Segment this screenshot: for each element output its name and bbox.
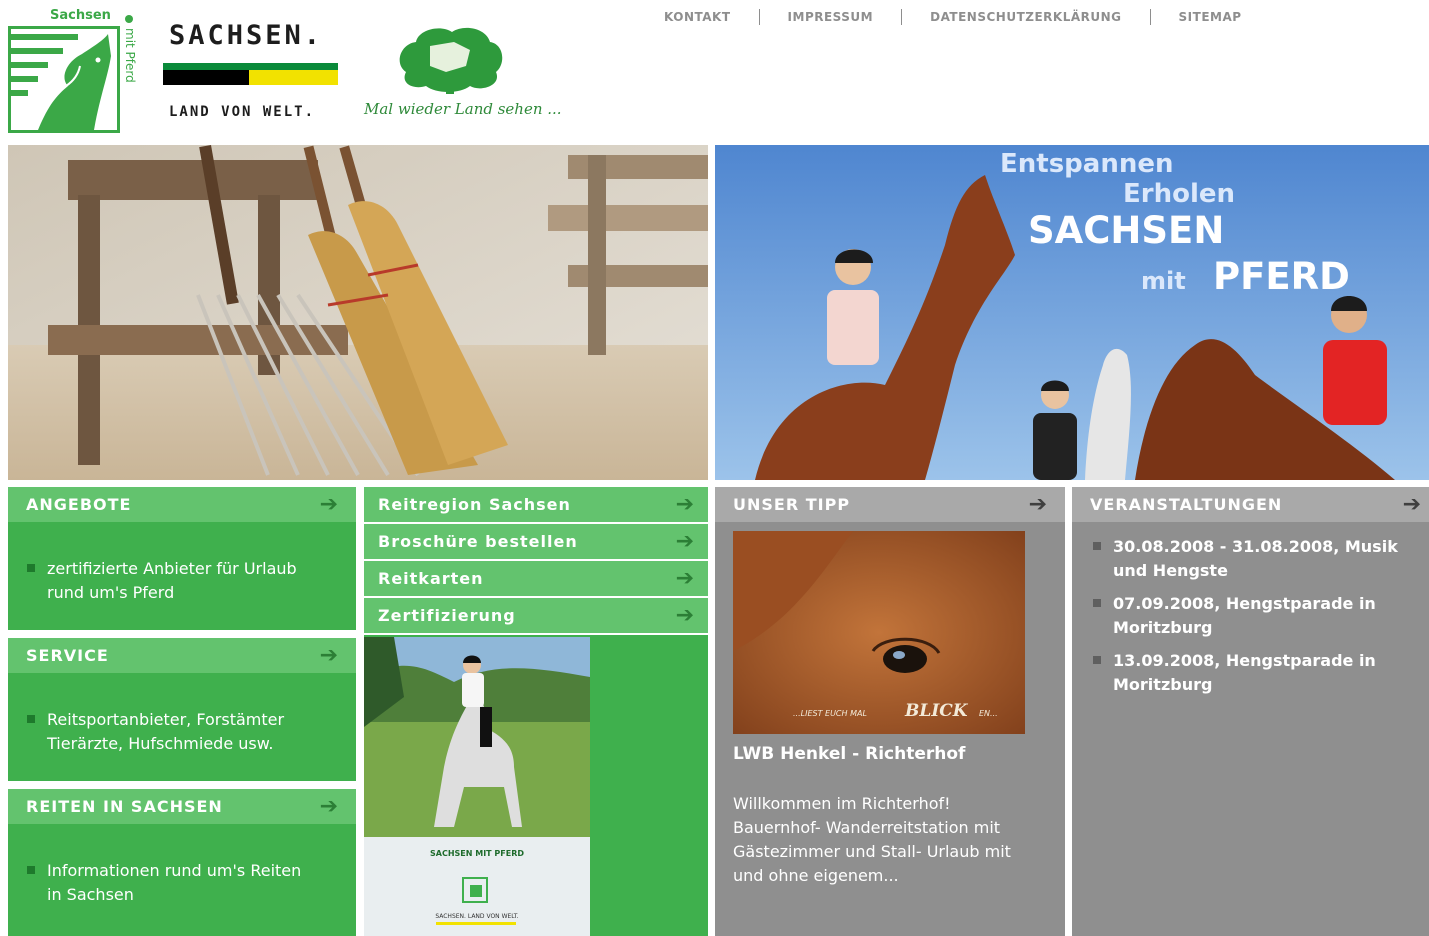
riders-hero-banner[interactable]: Entspannen Erholen SACHSEN mit PFERD [715,145,1429,480]
event-text: 13.09.2008, Hengstparade in Moritzburg [1113,651,1376,694]
bullet-square-icon [27,564,35,572]
events-header[interactable]: VERANSTALTUNGEN ➔ [1072,487,1429,522]
tree-logo[interactable]: Mal wieder Land sehen ... [362,26,562,124]
stable-tools-illustration [8,145,708,480]
menu-label: Reitkarten [378,569,484,588]
bullet-square-icon [27,866,35,874]
brand-name: SACHSEN. [169,20,324,51]
photo-caption-b: BLICK [905,701,968,721]
hero-line-erholen: Erholen [1123,179,1236,209]
nav-separator [1149,9,1151,25]
reiten-header[interactable]: REITEN IN SACHSEN ➔ [8,789,356,824]
reiten-text: Informationen rund um's Reiten in Sachsen [47,861,302,904]
horse-head-icon [8,26,120,133]
angebote-item[interactable]: zertifizierte Anbieter für Urlaub rund um… [27,557,347,605]
menu-label: Broschüre bestellen [378,532,578,551]
service-item[interactable]: Reitsportanbieter, Forstämter Tierärzte, … [27,708,347,756]
slogan: Mal wieder Land sehen ... [364,100,562,118]
menu-broschuere[interactable]: Broschüre bestellen ➔ [364,524,708,559]
logo-dot [125,15,133,23]
photo-caption-a: ...LIEST EUCH MAL [793,709,867,718]
nav-separator [901,9,903,25]
bullet-square-icon [1093,599,1101,607]
tipp-name-link[interactable]: LWB Henkel - Richterhof [733,744,965,764]
event-item[interactable]: 30.08.2008 - 31.08.2008, Musik und Hengst… [1093,535,1423,583]
brochure-flag-stripe [436,922,516,925]
hero-line-mit: mit [1141,267,1186,295]
flag-stripes [163,63,338,85]
reiten-title: REITEN IN SACHSEN [26,797,223,816]
menu-label: Zertifizierung [378,606,516,625]
event-text: 07.09.2008, Hengstparade in Moritzburg [1113,594,1376,637]
brand-subline: LAND VON WELT. [169,104,316,120]
brochure-photo [364,637,590,837]
service-title: SERVICE [26,646,109,665]
event-item[interactable]: 13.09.2008, Hengstparade in Moritzburg [1093,649,1423,697]
service-header[interactable]: SERVICE ➔ [8,638,356,673]
brochure-footer: SACHSEN. LAND VON WELT. [435,913,519,920]
events-title: VERANSTALTUNGEN [1090,495,1283,514]
tipp-photo[interactable]: ...LIEST EUCH MAL BLICK EN... [733,531,1025,734]
brochure-title: SACHSEN MIT PFERD [430,849,524,858]
menu-divider [364,633,708,635]
horse-logo[interactable]: Sachsen mit Pferd [8,6,138,134]
event-item[interactable]: 07.09.2008, Hengstparade in Moritzburg [1093,592,1423,640]
arrow-right-icon: ➔ [319,793,338,819]
arrow-right-icon: ➔ [1028,491,1047,517]
nav-impressum[interactable]: IMPRESSUM [788,10,874,24]
arrow-right-icon: ➔ [1402,491,1421,517]
angebote-header[interactable]: ANGEBOTE ➔ [8,487,356,522]
menu-reitregion[interactable]: Reitregion Sachsen ➔ [364,487,708,522]
menu-reitkarten[interactable]: Reitkarten ➔ [364,561,708,596]
logo-sachsen-label: Sachsen [50,8,111,23]
sachsen-brand-logo[interactable]: SACHSEN. LAND VON WELT. [163,20,343,125]
menu-zertifizierung[interactable]: Zertifizierung ➔ [364,598,708,633]
arrow-right-icon: ➔ [675,565,694,591]
tipp-header[interactable]: UNSER TIPP ➔ [715,487,1065,522]
nav-kontakt[interactable]: KONTAKT [664,10,731,24]
logo-side-label: mit Pferd [123,28,137,83]
hero-line-entspannen: Entspannen [1000,149,1174,179]
bullet-square-icon [27,715,35,723]
photo-caption-c: EN... [979,709,998,718]
horse-eye-illustration [733,531,1025,734]
angebote-title: ANGEBOTE [26,495,132,514]
angebote-text: zertifizierte Anbieter für Urlaub rund um… [47,559,297,602]
bullet-square-icon [1093,542,1101,550]
brochure-horse-logo-icon [462,877,488,903]
arrow-right-icon: ➔ [319,642,338,668]
menu-label: Reitregion Sachsen [378,495,571,514]
top-navigation: KONTAKT IMPRESSUM DATENSCHUTZERKLÄRUNG S… [664,8,1242,26]
service-text: Reitsportanbieter, Forstämter Tierärzte, … [47,710,285,753]
hero-line-sachsen: SACHSEN [1028,209,1225,252]
nav-datenschutz[interactable]: DATENSCHUTZERKLÄRUNG [930,10,1121,24]
arrow-right-icon: ➔ [675,528,694,554]
riders-illustration [715,145,1429,480]
arrow-right-icon: ➔ [675,491,694,517]
arrow-right-icon: ➔ [675,602,694,628]
nav-separator [758,9,760,25]
stable-tools-photo [8,145,708,480]
arrow-right-icon: ➔ [319,491,338,517]
brochure-cover[interactable]: SACHSEN MIT PFERD SACHSEN. LAND VON WELT… [364,637,590,936]
bullet-square-icon [1093,656,1101,664]
reiten-item[interactable]: Informationen rund um's Reiten in Sachsen [27,859,347,907]
event-text: 30.08.2008 - 31.08.2008, Musik und Hengst… [1113,537,1398,580]
hero-line-pferd: PFERD [1213,255,1350,298]
nav-sitemap[interactable]: SITEMAP [1179,10,1242,24]
tipp-title: UNSER TIPP [733,495,851,514]
tree-icon [399,27,503,94]
tipp-description: Willkommen im Richterhof! Bauernhof- Wan… [733,794,1011,885]
